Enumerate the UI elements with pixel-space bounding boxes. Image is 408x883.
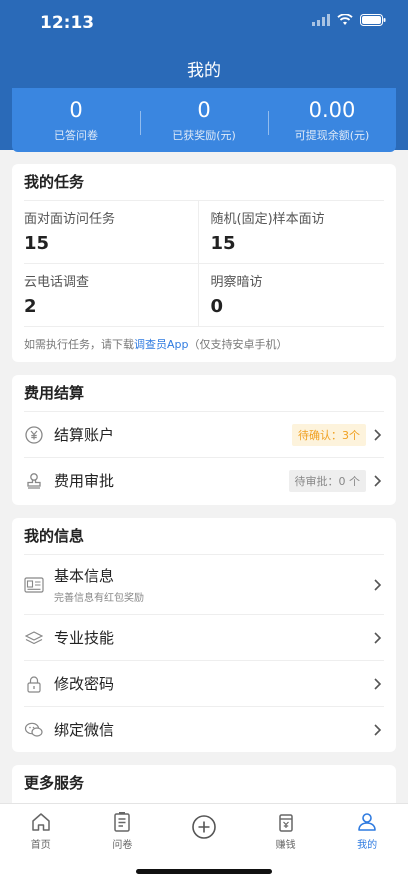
plus-circle-icon [192,815,216,839]
layers-icon [24,628,44,648]
tasks-card: 我的任务 面对面访问任务 15 随机(固定)样本面访 15 云电话调查 2 明察… [12,164,396,362]
battery-icon [360,14,386,26]
task-mystery-visit[interactable]: 明察暗访 0 [197,264,385,326]
stat-rewards[interactable]: 0 已获奖励(元) [140,97,268,143]
status-bar: 12:13 [0,0,408,46]
wallet-icon [278,814,293,832]
fee-approval-item[interactable]: 费用审批 待审批：0 个 [24,457,384,503]
stat-value: 0 [197,98,211,122]
document-icon [114,812,131,832]
item-label: 修改密码 [54,675,115,693]
task-label: 面对面访问任务 [24,212,116,227]
item-label: 绑定微信 [54,721,115,739]
status-icons [312,14,386,26]
tab-label: 我的 [357,840,378,851]
user-icon [358,813,376,831]
id-card-icon [24,575,44,595]
tab-me[interactable]: 我的 [326,804,408,883]
home-indicator [136,869,272,874]
info-card: 我的信息 基本信息 完善信息有红包奖励 专业技能 修改密码 绑定微信 [12,518,396,752]
item-label: 基本信息 [54,567,115,585]
more-title: 更多服务 [24,774,85,792]
task-label: 明察暗访 [210,275,263,290]
yuan-circle-icon [24,425,44,445]
fees-title: 费用结算 [24,384,85,402]
status-time: 12:13 [40,13,95,33]
task-note: 如需执行任务，请下载调查员App（仅支持安卓手机） [24,326,384,362]
task-count: 15 [210,233,236,254]
task-count: 2 [24,296,37,317]
stat-label: 可提现余额(元) [294,129,370,142]
stat-value: 0 [69,98,83,122]
home-icon [32,813,50,831]
info-title: 我的信息 [24,527,85,545]
stamp-icon [24,471,44,491]
stat-answered[interactable]: 0 已答问卷 [12,97,140,143]
wechat-icon [24,720,44,740]
chevron-right-icon [374,677,382,690]
page-title: 我的 [187,61,221,81]
chevron-right-icon [374,474,382,487]
task-label: 云电话调查 [24,275,90,290]
stat-balance[interactable]: 0.00 可提现余额(元) [268,97,396,143]
fees-card: 费用结算 结算账户 待确认：3个 费用审批 待审批：0 个 [12,375,396,505]
task-face-to-face[interactable]: 面对面访问任务 15 [24,201,198,263]
skills-item[interactable]: 专业技能 [24,614,384,660]
tab-label: 问卷 [112,840,133,851]
note-prefix: 如需执行任务，请下载 [24,338,134,351]
task-row: 云电话调查 2 明察暗访 0 [24,263,384,326]
stat-label: 已获奖励(元) [172,129,236,142]
chevron-right-icon [374,723,382,736]
tab-label: 赚钱 [275,840,296,851]
item-label: 专业技能 [54,629,115,647]
stat-value: 0.00 [308,98,356,122]
change-password-item[interactable]: 修改密码 [24,660,384,706]
task-cloud-phone[interactable]: 云电话调查 2 [24,264,198,326]
stat-label: 已答问卷 [54,129,98,142]
pending-approval-badge: 待审批：0 个 [288,469,366,492]
download-app-link[interactable]: 调查员App [134,338,189,351]
item-label: 结算账户 [54,426,115,444]
tasks-title: 我的任务 [24,173,85,191]
task-random-sample[interactable]: 随机(固定)样本面访 15 [197,201,385,263]
task-count: 0 [210,296,224,317]
item-label: 费用审批 [54,472,115,490]
task-row: 面对面访问任务 15 随机(固定)样本面访 15 [24,200,384,263]
pending-confirm-badge: 待确认：3个 [292,423,366,446]
chevron-right-icon [374,578,382,591]
chevron-right-icon [374,428,382,441]
settlement-account-item[interactable]: 结算账户 待确认：3个 [24,411,384,457]
item-sublabel: 完善信息有红包奖励 [54,593,144,604]
tab-label: 首页 [30,840,51,851]
lock-icon [24,674,44,694]
task-label: 随机(固定)样本面访 [210,212,325,227]
basic-info-item[interactable]: 基本信息 完善信息有红包奖励 [24,554,384,614]
signal-icon [312,14,330,26]
chevron-right-icon [374,631,382,644]
task-count: 15 [24,233,50,254]
tab-home[interactable]: 首页 [0,804,82,883]
stats-panel: 0 已答问卷 0 已获奖励(元) 0.00 可提现余额(元) [12,88,396,152]
note-suffix: （仅支持安卓手机） [188,338,288,351]
bind-wechat-item[interactable]: 绑定微信 [24,706,384,752]
wifi-icon [337,14,353,25]
